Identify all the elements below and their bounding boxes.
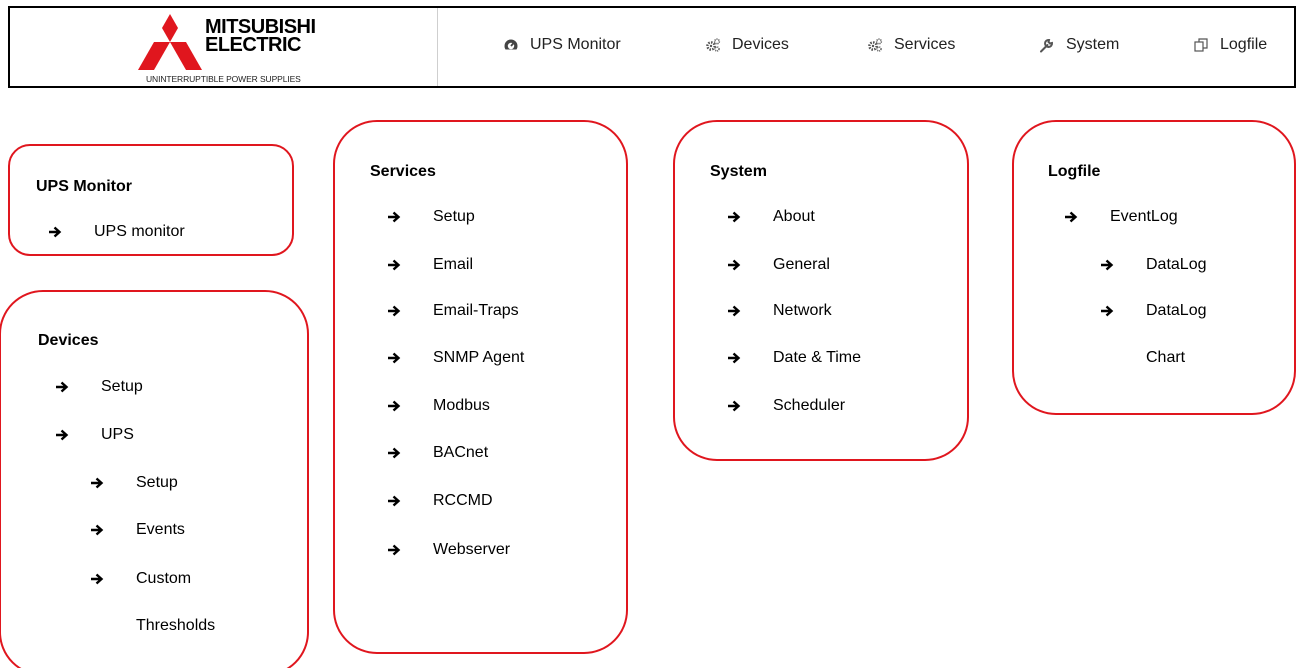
box-title: Services [370, 163, 436, 180]
services-menu-box: Services Setup Email Email-Traps SNMP Ag… [333, 120, 628, 654]
menu-item-label: Scheduler [773, 397, 846, 414]
menu-item-label: General [773, 256, 830, 273]
arrow-right-icon [55, 380, 69, 394]
menu-item-label: EventLog [1110, 208, 1178, 225]
menu-item-services-rccmd[interactable]: RCCMD [387, 492, 493, 510]
menu-item-ups-setup[interactable]: Setup [90, 474, 178, 492]
menu-item-system-date-time[interactable]: Date & Time [727, 349, 861, 367]
nav-services[interactable]: Services [866, 36, 955, 54]
menu-item-label: DataLog [1146, 302, 1207, 319]
ups-monitor-menu-box: UPS Monitor UPS monitor [8, 144, 294, 256]
menu-item-services-email[interactable]: Email [387, 256, 473, 274]
nav-ups-monitor[interactable]: UPS Monitor [502, 36, 621, 54]
arrow-right-icon [387, 494, 401, 508]
gears-icon [866, 36, 884, 54]
arrow-right-icon [727, 399, 741, 413]
main-nav: UPS Monitor Devices Services System Logf… [438, 8, 1294, 86]
arrow-right-icon [727, 304, 741, 318]
arrow-right-icon [387, 210, 401, 224]
arrow-right-icon [387, 446, 401, 460]
menu-item-label: Setup [136, 474, 178, 491]
menu-item-label: Email-Traps [433, 302, 519, 319]
menu-item-logfile-datalog[interactable]: DataLog [1100, 256, 1207, 274]
nav-label: Services [894, 36, 956, 53]
menu-item-label: UPS [101, 426, 134, 443]
arrow-right-icon [1100, 258, 1114, 272]
top-header: MITSUBISHI ELECTRIC UNINTERRUPTIBLE POWE… [8, 6, 1296, 88]
menu-item-system-scheduler[interactable]: Scheduler [727, 397, 845, 415]
arrow-right-icon [48, 225, 62, 239]
nav-label: UPS Monitor [530, 36, 621, 53]
logfile-menu-box: Logfile EventLog DataLog DataLog Chart [1012, 120, 1296, 415]
menu-item-label: About [773, 208, 815, 225]
menu-item-services-modbus[interactable]: Modbus [387, 397, 490, 415]
menu-item-label: Events [136, 521, 185, 538]
box-title: Logfile [1048, 163, 1101, 180]
menu-item-ups-events[interactable]: Events [90, 521, 185, 539]
arrow-right-icon [1100, 304, 1114, 318]
menu-item-label: RCCMD [433, 492, 493, 509]
arrow-right-icon [387, 543, 401, 557]
menu-item-system-general[interactable]: General [727, 256, 830, 274]
menu-item-label: Setup [101, 378, 143, 395]
menu-item-devices-setup[interactable]: Setup [55, 378, 143, 396]
logo[interactable]: MITSUBISHI ELECTRIC UNINTERRUPTIBLE POWE… [10, 8, 438, 86]
menu-item-services-email-traps[interactable]: Email-Traps [387, 302, 519, 320]
wrench-icon [1038, 36, 1056, 54]
menu-item-services-bacnet[interactable]: BACnet [387, 444, 488, 462]
menu-item-logfile-datalog-chart[interactable]: DataLog [1100, 302, 1207, 320]
menu-item-system-about[interactable]: About [727, 208, 815, 226]
arrow-right-icon [387, 399, 401, 413]
menu-item-label: Network [773, 302, 832, 319]
arrow-right-icon [1064, 210, 1078, 224]
nav-logfile[interactable]: Logfile [1192, 36, 1267, 54]
arrow-right-icon [55, 428, 69, 442]
menu-item-label-continuation: Chart [1146, 349, 1186, 366]
nav-system[interactable]: System [1038, 36, 1119, 54]
box-title: Devices [38, 332, 99, 349]
arrow-right-icon [727, 210, 741, 224]
arrow-right-icon [387, 258, 401, 272]
arrow-right-icon [727, 351, 741, 365]
menu-item-label: DataLog [1146, 256, 1207, 273]
menu-item-label: Modbus [433, 397, 490, 414]
logo-wordmark: MITSUBISHI ELECTRIC [205, 16, 316, 56]
arrow-right-icon [90, 523, 104, 537]
devices-menu-box: Devices Setup UPS Setup Events Custom Th… [0, 290, 309, 668]
nav-devices[interactable]: Devices [704, 36, 789, 54]
menu-item-label: Email [433, 256, 474, 273]
arrow-right-icon [387, 304, 401, 318]
mitsubishi-diamonds-logo-icon [138, 14, 202, 70]
menu-item-label: Setup [433, 208, 475, 225]
menu-item-label: Custom [136, 570, 192, 587]
menu-item-ups-custom-thresholds[interactable]: Custom [90, 570, 191, 588]
arrow-right-icon [387, 351, 401, 365]
menu-item-label: UPS monitor [94, 223, 185, 240]
menu-item-label: Date & Time [773, 349, 862, 366]
menu-item-services-webserver[interactable]: Webserver [387, 541, 510, 559]
menu-item-system-network[interactable]: Network [727, 302, 832, 320]
nav-label: Logfile [1220, 36, 1268, 53]
gears-icon [704, 36, 722, 54]
arrow-right-icon [90, 572, 104, 586]
dashboard-icon [502, 36, 520, 54]
system-menu-box: System About General Network Date & Time… [673, 120, 969, 461]
menu-item-services-snmp-agent[interactable]: SNMP Agent [387, 349, 524, 367]
menu-item-label: Webserver [433, 541, 511, 558]
menu-item-ups-monitor[interactable]: UPS monitor [48, 223, 185, 241]
menu-item-label: BACnet [433, 444, 489, 461]
logo-tagline: UNINTERRUPTIBLE POWER SUPPLIES [146, 74, 301, 84]
nav-label: Devices [732, 36, 789, 53]
copy-icon [1192, 36, 1210, 54]
arrow-right-icon [727, 258, 741, 272]
arrow-right-icon [90, 476, 104, 490]
menu-item-label-continuation: Thresholds [136, 617, 216, 634]
box-title: System [710, 163, 767, 180]
nav-label: System [1066, 36, 1120, 53]
menu-item-services-setup[interactable]: Setup [387, 208, 475, 226]
menu-item-logfile-eventlog[interactable]: EventLog [1064, 208, 1178, 226]
menu-item-devices-ups[interactable]: UPS [55, 426, 134, 444]
menu-item-label: SNMP Agent [433, 349, 525, 366]
box-title: UPS Monitor [36, 178, 132, 195]
